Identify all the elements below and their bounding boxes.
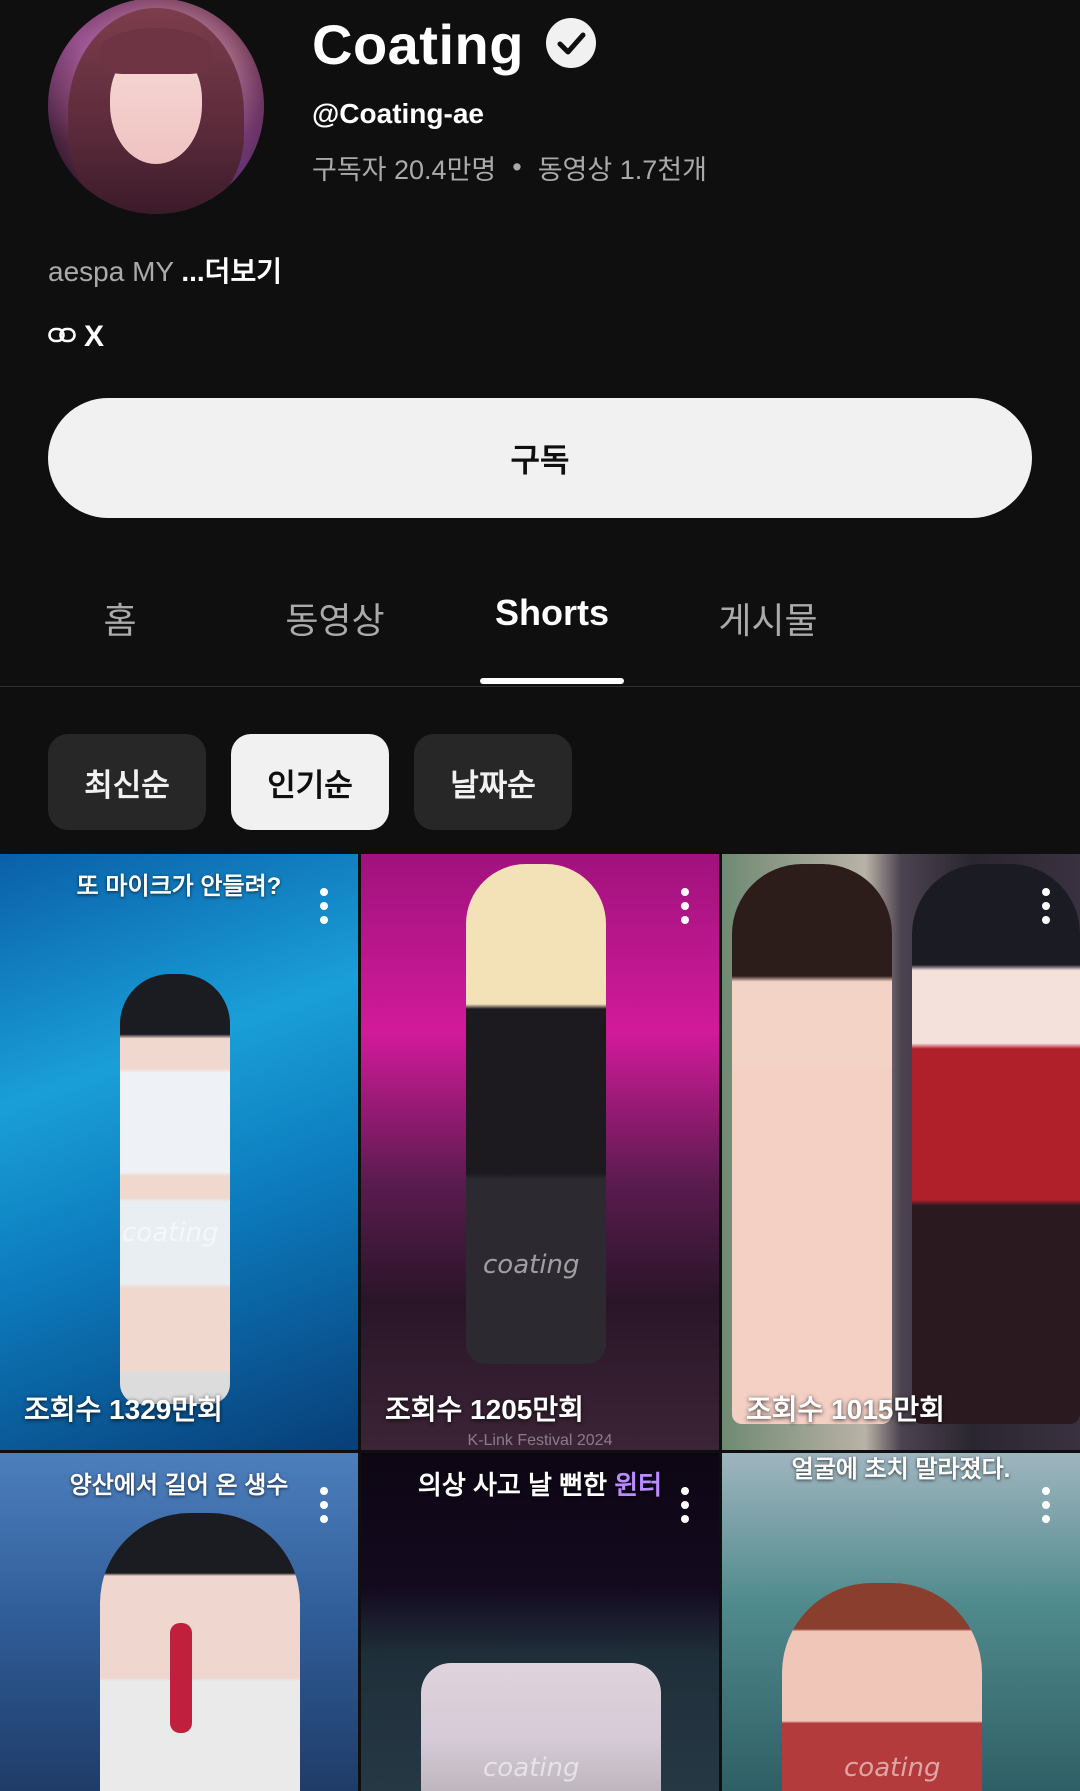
short-title-main: 의상 사고 날 뻔한	[417, 1470, 615, 1500]
active-tab-indicator	[480, 678, 624, 684]
short-title: 의상 사고 날 뻔한 윈터	[361, 1465, 719, 1502]
channel-tabs: 홈 동영상 Shorts 게시물	[0, 566, 1080, 687]
avatar-bangs	[100, 28, 212, 74]
subscriber-count: 구독자 20.4만명	[312, 155, 497, 185]
tab-home[interactable]: 홈	[90, 592, 150, 644]
short-thumbnail[interactable]: coating 조회수 1205만회 K-Link Festival 2024	[361, 854, 719, 1450]
short-views: 조회수 1015만회	[746, 1394, 945, 1425]
subscribe-button[interactable]: 구독	[48, 398, 1032, 518]
short-watermark: coating	[483, 1250, 580, 1280]
short-watermark: coating	[844, 1753, 941, 1783]
thumbnail-figure	[120, 974, 230, 1404]
chip-latest[interactable]: 최신순	[48, 734, 206, 830]
short-caption: K-Link Festival 2024	[467, 1432, 613, 1449]
short-thumbnail[interactable]: 양산에서 길어 온 생수	[0, 1453, 358, 1791]
short-title: 또 마이크가 안들려?	[76, 873, 282, 900]
thumbnail-figure-left	[732, 864, 892, 1424]
more-vertical-icon[interactable]	[1040, 888, 1052, 928]
video-count: 동영상 1.7천개	[537, 155, 707, 185]
channel-link[interactable]: X	[48, 320, 104, 354]
more-vertical-icon[interactable]	[318, 1487, 330, 1527]
more-link[interactable]: ...더보기	[181, 256, 282, 287]
short-watermark: coating	[122, 1218, 219, 1248]
thumbnail-figure	[466, 864, 606, 1364]
thumbnail-figure-right	[912, 864, 1080, 1424]
more-vertical-icon[interactable]	[1040, 1487, 1052, 1527]
short-thumbnail[interactable]: 또 마이크가 안들려? coating 조회수 1329만회	[0, 854, 358, 1450]
link-icon	[48, 320, 76, 354]
more-vertical-icon[interactable]	[318, 888, 330, 928]
short-thumbnail[interactable]: 얼굴에 초치 말라졌다. coating	[722, 1453, 1080, 1791]
short-title: 양산에서 길어 온 생수	[69, 1472, 289, 1499]
short-watermark: coating	[483, 1753, 580, 1783]
thumbnail-figure	[100, 1513, 300, 1791]
channel-name-row: Coating	[312, 12, 596, 77]
stats-separator: •	[512, 152, 522, 182]
short-title: 얼굴에 초치 말라졌다.	[791, 1456, 1011, 1483]
channel-description[interactable]: aespa MY ...더보기	[48, 250, 282, 290]
short-views: 조회수 1205만회	[385, 1394, 584, 1425]
tab-videos[interactable]: 동영상	[270, 592, 400, 644]
short-thumbnail[interactable]: 조회수 1015만회	[722, 854, 1080, 1450]
short-title-highlight: 윈터	[614, 1470, 663, 1500]
channel-handle: @Coating-ae	[312, 98, 484, 129]
channel-avatar[interactable]	[48, 0, 264, 214]
more-vertical-icon[interactable]	[679, 1487, 691, 1527]
link-label: X	[84, 320, 105, 353]
channel-stats: 구독자 20.4만명 • 동영상 1.7천개	[312, 148, 707, 187]
short-thumbnail[interactable]: 의상 사고 날 뻔한 윈터 coating	[361, 1453, 719, 1791]
description-text: aespa MY	[48, 256, 182, 287]
more-vertical-icon[interactable]	[679, 888, 691, 928]
short-views: 조회수 1329만회	[24, 1394, 223, 1425]
channel-name: Coating	[312, 13, 524, 76]
verified-check-icon	[545, 17, 596, 68]
chip-popular[interactable]: 인기순	[231, 734, 389, 830]
tab-shorts[interactable]: Shorts	[482, 592, 622, 634]
chip-oldest[interactable]: 날짜순	[414, 734, 572, 830]
thumbnail-bottle	[170, 1623, 192, 1733]
tab-posts[interactable]: 게시물	[700, 592, 836, 644]
